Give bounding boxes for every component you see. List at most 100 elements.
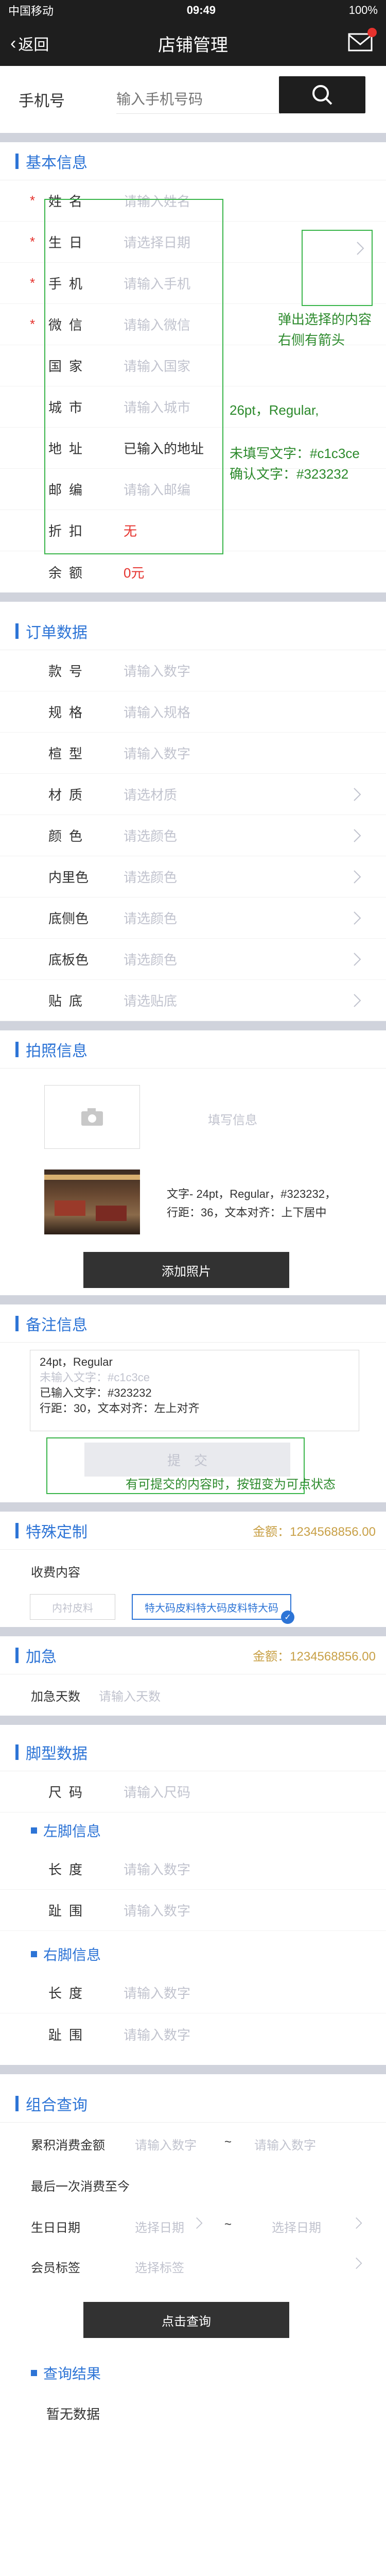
- range-tilde: ~: [224, 2135, 232, 2149]
- field-value: 请选材质: [124, 787, 178, 803]
- field-value: 请选颜色: [124, 952, 178, 968]
- annotation-colors: 未填写文字：#c1c3ce 确认文字：#323232: [230, 446, 360, 482]
- search-button[interactable]: [279, 76, 365, 113]
- field-label: 尺码: [48, 1785, 90, 1800]
- urgent-amount: 金额：1234568856.00: [253, 1650, 376, 1664]
- amount-to-input[interactable]: 请输入数字: [254, 2135, 316, 2153]
- tag-oversize-leather[interactable]: 特大码皮料特大码皮料特大码: [132, 1594, 291, 1620]
- right-foot-title: 右脚信息: [43, 1947, 101, 1963]
- last-type-field[interactable]: 楦型 请输入数字: [0, 733, 386, 774]
- photo-info-title: 拍照信息: [26, 1042, 87, 1060]
- query-result-title: 查询结果: [43, 2366, 101, 2382]
- color-select[interactable]: 颜色 请选颜色: [0, 815, 386, 856]
- custom-header: 特殊定制 金额：1234568856.00: [0, 1512, 386, 1550]
- right-girth-field[interactable]: 趾围 请输入数字: [0, 2013, 386, 2055]
- back-label: 返回: [18, 37, 49, 54]
- field-label: 余额: [48, 565, 90, 581]
- query-section: 累积消费金额 请输入数字 ~ 请输入数字 最后一次消费至今 生日日期 选择日期 …: [0, 2123, 386, 2442]
- required-mark: *: [30, 193, 36, 208]
- chevron-right-icon: [354, 829, 361, 842]
- required-mark: *: [30, 316, 36, 332]
- remark-title: 备注信息: [26, 1316, 87, 1334]
- submit-button[interactable]: 提 交: [84, 1443, 290, 1477]
- field-value: 请输入尺码: [124, 1785, 191, 1800]
- field-label: 材质: [48, 787, 90, 803]
- order-data-form: 款号 请输入数字 规格 请输入规格 楦型 请输入数字 材质 请选材质 颜色 请选颜色 内里…: [0, 650, 386, 1021]
- fill-info-hint: 填写信息: [208, 1113, 257, 1127]
- query-button[interactable]: 点击查询: [83, 2302, 289, 2338]
- back-button[interactable]: ‹ 返回: [10, 21, 49, 66]
- remark-textarea[interactable]: 24pt，Regular 未输入文字：#c1c3ce 已输入文字：#323232…: [30, 1350, 359, 1431]
- status-bar: 中国移动 09:49 100%: [0, 0, 386, 21]
- query-title: 组合查询: [26, 2096, 87, 2114]
- basic-info-header: 基本信息: [0, 142, 386, 180]
- right-length-field[interactable]: 长度 请输入数字: [0, 1972, 386, 2013]
- annotation-font: 26pt，Regular,: [230, 402, 319, 418]
- foot-data-header: 脚型数据: [0, 1733, 386, 1771]
- section-divider: [0, 1716, 386, 1725]
- photo-info-header: 拍照信息: [0, 1030, 386, 1069]
- tag-lining-leather[interactable]: 内衬皮料: [30, 1594, 115, 1620]
- phone-search-input[interactable]: [116, 85, 281, 114]
- check-badge-icon: ✓: [281, 1611, 294, 1624]
- member-tag-select[interactable]: 选择标签: [135, 2258, 184, 2276]
- chevron-right-icon: [354, 870, 361, 884]
- sole-side-color-select[interactable]: 底侧色 请选颜色: [0, 897, 386, 939]
- camera-upload-slot[interactable]: [44, 1085, 140, 1149]
- shoe-size-field[interactable]: 尺码 请输入尺码: [0, 1771, 386, 1812]
- phone-label: 手机号: [19, 93, 65, 110]
- right-foot-header: 右脚信息: [0, 1936, 386, 1972]
- field-value: 请选贴底: [124, 993, 178, 1009]
- custom-title: 特殊定制: [26, 1523, 87, 1541]
- basic-info-title: 基本信息: [26, 154, 87, 172]
- field-label: 规格: [48, 705, 90, 720]
- chevron-right-icon: [356, 2257, 362, 2269]
- chevron-right-icon: [357, 242, 364, 255]
- query-header: 组合查询: [0, 2084, 386, 2123]
- field-value: 请输入数字: [124, 664, 191, 679]
- birthday-label: 生日日期: [31, 2221, 80, 2235]
- annotation-box: [44, 199, 223, 554]
- style-number-field[interactable]: 款号 请输入数字: [0, 650, 386, 691]
- field-label: 楦型: [48, 746, 90, 761]
- birthday-to-select[interactable]: 选择日期: [272, 2217, 321, 2235]
- lining-color-select[interactable]: 内里色 请选颜色: [0, 856, 386, 897]
- material-select[interactable]: 材质 请选材质: [0, 774, 386, 815]
- insole-select[interactable]: 贴底 请选贴底: [0, 980, 386, 1021]
- urgent-title: 加急: [26, 1648, 57, 1666]
- remark-header: 备注信息: [0, 1304, 386, 1343]
- carrier-label: 中国移动: [8, 5, 54, 18]
- custom-amount: 金额：1234568856.00: [253, 1525, 376, 1539]
- chevron-right-icon: [354, 994, 361, 1007]
- field-value: 请选颜色: [124, 828, 178, 844]
- chevron-left-icon: ‹: [10, 33, 16, 53]
- annotation-submit: 有可提交的内容时，按钮变为可点状态: [126, 1478, 336, 1492]
- fee-content-label: 收费内容: [31, 1566, 80, 1580]
- sole-color-select[interactable]: 底板色 请选颜色: [0, 939, 386, 980]
- amount-from-input[interactable]: 请输入数字: [135, 2135, 197, 2153]
- required-mark: *: [30, 275, 36, 291]
- spec-field[interactable]: 规格 请输入规格: [0, 691, 386, 733]
- page-title: 店铺管理: [158, 35, 228, 55]
- left-length-field[interactable]: 长度 请输入数字: [0, 1849, 386, 1890]
- section-divider: [0, 1627, 386, 1636]
- camera-icon: [81, 1108, 103, 1126]
- amount-range-label: 累积消费金额: [31, 2139, 105, 2153]
- field-value: 请输入数字: [124, 1903, 191, 1919]
- left-girth-field[interactable]: 趾围 请输入数字: [0, 1890, 386, 1931]
- field-value: 请输入天数: [99, 1689, 161, 1704]
- photo-caption: 文字- 24pt，Regular，#323232， 行距：36，文本对齐：上下居…: [167, 1188, 336, 1219]
- left-foot-title: 左脚信息: [43, 1823, 101, 1839]
- annotation-popup: 弹出选择的内容 右侧有箭头: [278, 312, 372, 348]
- remark-section: 24pt，Regular 未输入文字：#c1c3ce 已输入文字：#323232…: [0, 1343, 386, 1502]
- urgent-days-field[interactable]: 加急天数 请输入天数: [0, 1674, 386, 1716]
- field-label: 加急天数: [31, 1689, 80, 1704]
- search-icon: [312, 85, 332, 105]
- annotation-box: [302, 230, 373, 306]
- phone-search-bar: 手机号: [0, 66, 386, 133]
- field-value: 请选颜色: [124, 911, 178, 926]
- photo-thumbnail[interactable]: [44, 1170, 140, 1234]
- field-label: 底板色: [48, 952, 89, 968]
- birthday-from-select[interactable]: 选择日期: [135, 2217, 184, 2235]
- add-photo-button[interactable]: 添加照片: [83, 1252, 289, 1288]
